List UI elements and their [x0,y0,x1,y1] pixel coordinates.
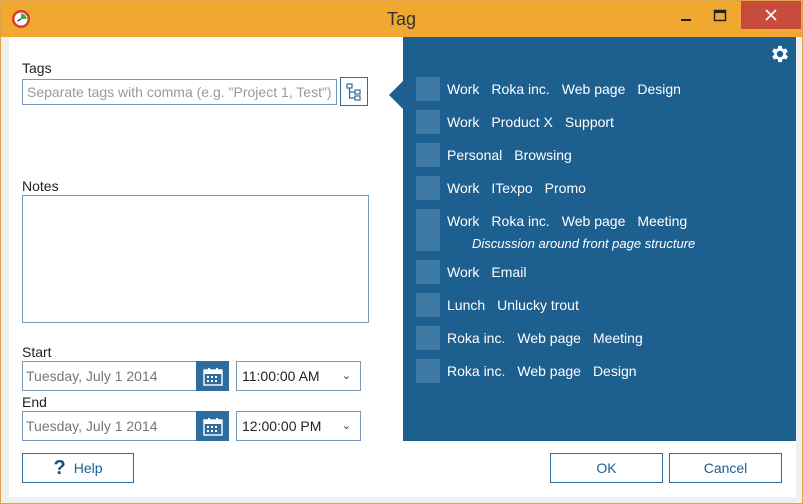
gear-icon[interactable] [769,43,791,65]
row-tags: Work ITexpo Promo [447,180,598,196]
tag-chip[interactable]: Lunch [447,297,485,313]
row-checkbox[interactable] [416,110,440,134]
tag-chip[interactable]: Design [637,81,681,97]
tag-chip[interactable]: Product X [491,114,552,130]
row-checkbox[interactable] [416,209,440,251]
row-tags: Work Roka inc. Web page Meeting [447,213,699,229]
dialog-content: Tags Notes Start Tuesday, July 1 2014 11… [9,37,796,497]
title-bar[interactable]: Tag [1,1,802,37]
row-checkbox[interactable] [416,176,440,200]
tag-chip[interactable]: Meeting [637,213,687,229]
row-checkbox[interactable] [416,77,440,101]
tag-chip[interactable]: Promo [545,180,586,196]
row-tags: Work Email [447,264,538,280]
end-time-value: 12:00:00 PM [242,418,322,434]
tag-chip[interactable]: Meeting [593,330,643,346]
cancel-button[interactable]: Cancel [669,453,782,483]
recent-tags-panel: Work Roka inc. Web page Design Work Product … [389,37,796,441]
tag-chip[interactable]: Work [447,180,479,196]
tag-chip[interactable]: Roka inc. [447,363,505,379]
tag-chip[interactable]: Support [565,114,614,130]
tag-chip[interactable]: ITexpo [491,180,532,196]
maximize-button[interactable] [703,1,737,31]
tag-chip[interactable]: Work [447,81,479,97]
maximize-icon [713,9,727,22]
tag-chip[interactable]: Web page [517,330,581,346]
tags-input[interactable] [22,79,337,105]
row-checkbox[interactable] [416,260,440,284]
tag-chip[interactable]: Web page [517,363,581,379]
start-time-select[interactable]: 11:00:00 AM ⌄ [236,361,361,391]
tag-chip[interactable]: Personal [447,147,502,163]
calendar-icon [202,417,223,436]
row-tags: Roka inc. Web page Design [447,363,649,379]
chevron-down-icon: ⌄ [341,370,351,382]
tag-chip[interactable]: Work [447,264,479,280]
row-tags: Lunch Unlucky trout [447,297,591,313]
tag-chip[interactable]: Work [447,114,479,130]
tag-chip[interactable]: Unlucky trout [497,297,579,313]
tags-label: Tags [22,60,52,76]
row-checkbox[interactable] [416,143,440,167]
tag-chip[interactable]: Work [447,213,479,229]
minimize-button[interactable] [669,1,703,31]
close-button[interactable] [741,1,801,29]
panel-pointer [389,81,403,109]
minimize-icon [681,19,691,21]
row-checkbox[interactable] [416,326,440,350]
tag-tree-button[interactable] [340,77,368,106]
start-date-input[interactable]: Tuesday, July 1 2014 [22,361,196,391]
end-date-input[interactable]: Tuesday, July 1 2014 [22,411,196,441]
notes-label: Notes [22,178,59,194]
row-tags: Roka inc. Web page Meeting [447,330,655,346]
end-calendar-button[interactable] [196,411,229,441]
row-checkbox[interactable] [416,293,440,317]
row-tags: Work Product X Support [447,114,626,130]
tag-chip[interactable]: Email [491,264,526,280]
tag-chip[interactable]: Roka inc. [491,81,549,97]
end-label: End [22,394,47,410]
help-button[interactable]: ? Help [22,453,134,483]
tag-chip[interactable]: Web page [562,213,626,229]
tag-chip[interactable]: Design [593,363,637,379]
end-time-select[interactable]: 12:00:00 PM ⌄ [236,411,361,441]
tag-window: Tag Tags Notes Start Tuesday, July 1 201… [0,0,803,504]
tag-chip[interactable]: Roka inc. [447,330,505,346]
start-label: Start [22,344,52,360]
row-note: Discussion around front page structure [472,236,696,251]
chevron-down-icon: ⌄ [341,420,351,432]
calendar-icon [202,367,223,386]
question-icon: ? [53,456,66,479]
row-checkbox[interactable] [416,359,440,383]
row-tags: Work Roka inc. Web page Design [447,81,693,97]
close-icon [765,9,777,21]
notes-textarea[interactable] [22,195,369,323]
start-time-value: 11:00:00 AM [242,368,320,384]
help-label: Help [73,460,103,476]
row-tags: Personal Browsing [447,147,584,163]
tag-chip[interactable]: Roka inc. [491,213,549,229]
tag-chip[interactable]: Browsing [514,147,572,163]
tree-view-icon [346,82,361,101]
ok-button[interactable]: OK [550,453,663,483]
start-calendar-button[interactable] [196,361,229,391]
tag-chip[interactable]: Web page [562,81,626,97]
